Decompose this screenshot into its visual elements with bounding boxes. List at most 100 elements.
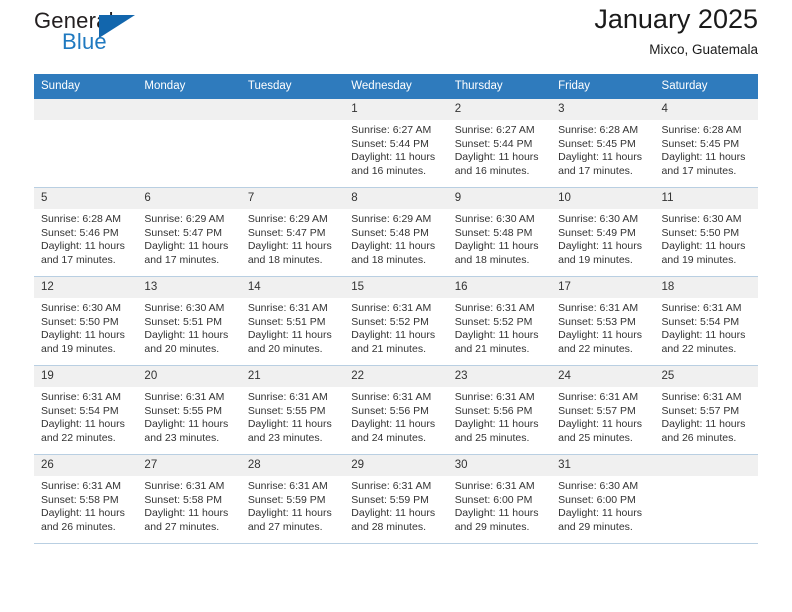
day-number: 20 [137, 366, 241, 387]
daylight-text: Daylight: 11 hours and 19 minutes. [558, 240, 642, 266]
sunset-text: Sunset: 5:57 PM [661, 404, 740, 417]
calendar-day-cell[interactable]: 5 Sunrise: 6:28 AM Sunset: 5:46 PM Daylight… [34, 187, 138, 277]
day-number: 3 [551, 99, 655, 120]
weekday-header-wednesday: Wednesday [344, 74, 448, 99]
calendar-day-cell[interactable]: 30 Sunrise: 6:31 AM Sunset: 6:00 PM Dayligh… [447, 454, 552, 544]
day-sun-info: Sunrise: 6:31 AM Sunset: 5:58 PM Daylight:… [137, 476, 240, 534]
day-number: 18 [654, 277, 758, 298]
calendar-day-cell-empty [34, 99, 138, 188]
daylight-text: Daylight: 11 hours and 22 minutes. [661, 329, 746, 355]
sunset-text: Sunset: 6:00 PM [454, 493, 533, 506]
day-sun-info: Sunrise: 6:31 AM Sunset: 5:52 PM Daylight:… [344, 298, 447, 356]
calendar-day-cell[interactable]: 10 Sunrise: 6:30 AM Sunset: 5:49 PM Dayligh… [551, 187, 655, 277]
daylight-text: Daylight: 11 hours and 20 minutes. [247, 329, 332, 355]
daylight-text: Daylight: 11 hours and 21 minutes. [454, 329, 539, 355]
calendar-day-cell-empty [137, 99, 241, 188]
calendar-day-cell[interactable]: 16 Sunrise: 6:31 AM Sunset: 5:52 PM Dayligh… [447, 276, 552, 366]
calendar-day-cell[interactable]: 18 Sunrise: 6:31 AM Sunset: 5:54 PM Dayligh… [654, 276, 758, 366]
calendar-week-row: 1 Sunrise: 6:27 AM Sunset: 5:44 PM Daylight… [34, 99, 758, 188]
day-sun-info: Sunrise: 6:31 AM Sunset: 5:53 PM Daylight:… [551, 298, 654, 356]
day-number: 13 [137, 277, 241, 298]
sunset-text: Sunset: 5:55 PM [144, 404, 223, 417]
calendar-day-cell[interactable]: 20 Sunrise: 6:31 AM Sunset: 5:55 PM Dayligh… [137, 365, 241, 455]
calendar-day-cell[interactable]: 26 Sunrise: 6:31 AM Sunset: 5:58 PM Dayligh… [34, 454, 138, 544]
calendar-body: 1 Sunrise: 6:27 AM Sunset: 5:44 PM Daylight… [34, 99, 758, 544]
calendar-day-cell[interactable]: 3 Sunrise: 6:28 AM Sunset: 5:45 PM Daylight… [551, 99, 655, 188]
calendar-day-cell[interactable]: 2 Sunrise: 6:27 AM Sunset: 5:44 PM Daylight… [447, 99, 552, 188]
daylight-text: Daylight: 11 hours and 17 minutes. [144, 240, 229, 266]
sunrise-text: Sunrise: 6:29 AM [247, 213, 328, 225]
sunset-text: Sunset: 5:48 PM [351, 226, 429, 239]
day-sun-info: Sunrise: 6:31 AM Sunset: 5:58 PM Daylight:… [34, 476, 137, 534]
calendar-day-cell[interactable]: 4 Sunrise: 6:28 AM Sunset: 5:45 PM Daylight… [654, 99, 758, 188]
calendar-day-cell[interactable]: 27 Sunrise: 6:31 AM Sunset: 5:58 PM Dayligh… [137, 454, 241, 544]
day-sun-info: Sunrise: 6:31 AM Sunset: 5:55 PM Daylight:… [241, 387, 344, 445]
daylight-text: Daylight: 11 hours and 29 minutes. [454, 507, 539, 533]
calendar-day-cell[interactable]: 28 Sunrise: 6:31 AM Sunset: 5:59 PM Dayligh… [240, 454, 345, 544]
weekday-header-sunday: Sunday [34, 74, 138, 99]
calendar-day-cell[interactable]: 13 Sunrise: 6:30 AM Sunset: 5:51 PM Dayligh… [137, 276, 241, 366]
sunset-text: Sunset: 6:00 PM [558, 493, 636, 506]
calendar-grid: Sunday Monday Tuesday Wednesday Thursday Frid… [34, 74, 758, 544]
day-number: 24 [551, 366, 655, 387]
calendar-day-cell[interactable]: 1 Sunrise: 6:27 AM Sunset: 5:44 PM Daylight… [344, 99, 448, 188]
calendar-day-cell[interactable]: 23 Sunrise: 6:31 AM Sunset: 5:56 PM Dayligh… [447, 365, 552, 455]
day-sun-info: Sunrise: 6:27 AM Sunset: 5:44 PM Daylight:… [344, 120, 447, 178]
calendar-day-cell[interactable]: 9 Sunrise: 6:30 AM Sunset: 5:48 PM Daylight… [447, 187, 552, 277]
calendar-day-cell[interactable]: 7 Sunrise: 6:29 AM Sunset: 5:47 PM Daylight… [240, 187, 345, 277]
daylight-text: Daylight: 11 hours and 27 minutes. [144, 507, 229, 533]
calendar-day-cell[interactable]: 31 Sunrise: 6:30 AM Sunset: 6:00 PM Dayligh… [551, 454, 655, 544]
calendar-day-cell[interactable]: 11 Sunrise: 6:30 AM Sunset: 5:50 PM Dayligh… [654, 187, 758, 277]
calendar-day-cell[interactable]: 14 Sunrise: 6:31 AM Sunset: 5:51 PM Dayligh… [240, 276, 345, 366]
daylight-text: Daylight: 11 hours and 16 minutes. [454, 151, 539, 177]
day-sun-info: Sunrise: 6:28 AM Sunset: 5:45 PM Daylight:… [655, 120, 758, 178]
day-sun-info: Sunrise: 6:31 AM Sunset: 5:56 PM Daylight:… [344, 387, 447, 445]
calendar-day-cell[interactable]: 12 Sunrise: 6:30 AM Sunset: 5:50 PM Dayligh… [34, 276, 138, 366]
day-sun-info: Sunrise: 6:31 AM Sunset: 5:55 PM Daylight:… [137, 387, 240, 445]
calendar-day-cell[interactable]: 17 Sunrise: 6:31 AM Sunset: 5:53 PM Dayligh… [551, 276, 655, 366]
sunset-text: Sunset: 5:56 PM [454, 404, 533, 417]
day-number [34, 99, 138, 120]
sunrise-text: Sunrise: 6:31 AM [351, 302, 432, 314]
calendar-day-cell[interactable]: 19 Sunrise: 6:31 AM Sunset: 5:54 PM Dayligh… [34, 365, 138, 455]
daylight-text: Daylight: 11 hours and 21 minutes. [351, 329, 436, 355]
daylight-text: Daylight: 11 hours and 17 minutes. [661, 151, 746, 177]
sunset-text: Sunset: 5:53 PM [558, 315, 636, 328]
sunrise-text: Sunrise: 6:31 AM [351, 480, 432, 492]
calendar-day-cell[interactable]: 21 Sunrise: 6:31 AM Sunset: 5:55 PM Dayligh… [240, 365, 345, 455]
sunset-text: Sunset: 5:59 PM [351, 493, 429, 506]
sunrise-text: Sunrise: 6:31 AM [558, 391, 639, 403]
day-sun-info: Sunrise: 6:29 AM Sunset: 5:48 PM Daylight:… [344, 209, 447, 267]
calendar-header-row: Sunday Monday Tuesday Wednesday Thursday Frid… [34, 74, 758, 99]
general-blue-logo[interactable]: General Blue [34, 8, 164, 64]
weekday-header-tuesday: Tuesday [240, 74, 345, 99]
calendar-day-cell[interactable]: 15 Sunrise: 6:31 AM Sunset: 5:52 PM Dayligh… [344, 276, 448, 366]
sunrise-text: Sunrise: 6:31 AM [247, 391, 328, 403]
page-subtitle: Mixco, Guatemala [649, 42, 758, 57]
sunset-text: Sunset: 5:48 PM [454, 226, 533, 239]
day-number: 22 [344, 366, 448, 387]
day-number: 14 [240, 277, 345, 298]
sunset-text: Sunset: 5:45 PM [558, 137, 636, 150]
sunrise-text: Sunrise: 6:31 AM [661, 391, 742, 403]
day-number: 21 [240, 366, 345, 387]
calendar-day-cell[interactable]: 25 Sunrise: 6:31 AM Sunset: 5:57 PM Dayligh… [654, 365, 758, 455]
calendar-day-cell[interactable]: 6 Sunrise: 6:29 AM Sunset: 5:47 PM Daylight… [137, 187, 241, 277]
calendar-day-cell[interactable]: 24 Sunrise: 6:31 AM Sunset: 5:57 PM Dayligh… [551, 365, 655, 455]
day-number: 30 [447, 455, 552, 476]
calendar-day-cell-empty [654, 454, 758, 544]
day-number: 10 [551, 188, 655, 209]
sunrise-text: Sunrise: 6:31 AM [41, 480, 121, 492]
page-title: January 2025 [594, 4, 758, 34]
sunrise-text: Sunrise: 6:31 AM [454, 480, 535, 492]
daylight-text: Daylight: 11 hours and 26 minutes. [661, 418, 746, 444]
daylight-text: Daylight: 11 hours and 29 minutes. [558, 507, 642, 533]
calendar-day-cell[interactable]: 8 Sunrise: 6:29 AM Sunset: 5:48 PM Daylight… [344, 187, 448, 277]
sunrise-text: Sunrise: 6:31 AM [351, 391, 432, 403]
calendar-day-cell[interactable]: 22 Sunrise: 6:31 AM Sunset: 5:56 PM Dayligh… [344, 365, 448, 455]
calendar-day-cell[interactable]: 29 Sunrise: 6:31 AM Sunset: 5:59 PM Dayligh… [344, 454, 448, 544]
sunset-text: Sunset: 5:51 PM [144, 315, 223, 328]
day-sun-info: Sunrise: 6:31 AM Sunset: 6:00 PM Daylight:… [448, 476, 551, 534]
sunset-text: Sunset: 5:47 PM [247, 226, 326, 239]
daylight-text: Daylight: 11 hours and 23 minutes. [247, 418, 332, 444]
